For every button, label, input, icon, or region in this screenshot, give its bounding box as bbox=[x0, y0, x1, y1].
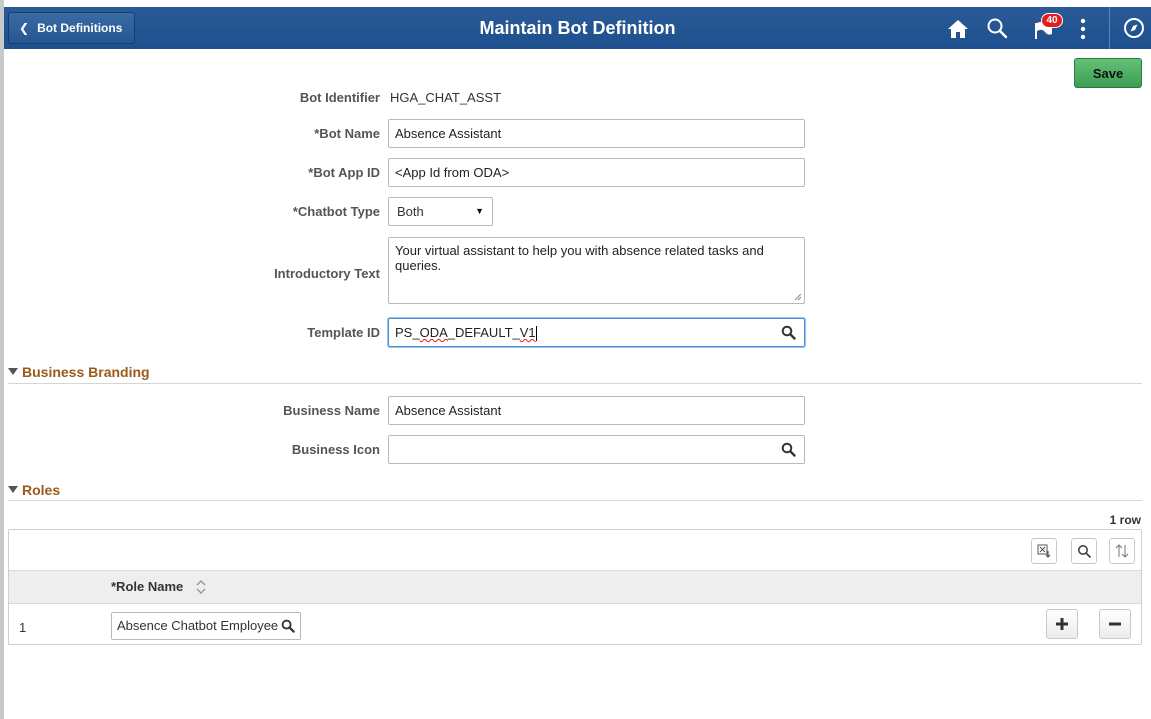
template-id-text-part: V1 bbox=[519, 325, 536, 340]
introductory-text-label: Introductory Text bbox=[274, 266, 380, 281]
roles-grid: *Role Name 1 Absence Chatbot Employee bbox=[8, 529, 1142, 645]
notification-badge: 40 bbox=[1041, 13, 1063, 28]
bot-identifier-label: Bot Identifier bbox=[299, 90, 380, 105]
bot-app-id-label: *Bot App ID bbox=[308, 165, 380, 180]
minus-icon bbox=[1109, 622, 1121, 626]
roles-title: Roles bbox=[22, 482, 61, 498]
page-title: Maintain Bot Definition bbox=[479, 18, 676, 38]
chevron-left-icon: ❮ bbox=[19, 21, 30, 35]
delete-row-button[interactable] bbox=[1099, 609, 1131, 639]
bot-name-label: *Bot Name bbox=[314, 126, 380, 141]
lookup-search-icon[interactable] bbox=[281, 619, 295, 633]
chatbot-type-label: *Chatbot Type bbox=[292, 204, 380, 219]
business-branding-title: Business Branding bbox=[22, 364, 150, 380]
template-id-text-part: _DEFAULT_ bbox=[447, 325, 520, 340]
row-number: 1 bbox=[19, 620, 27, 635]
header-divider bbox=[1109, 7, 1110, 49]
grid-header-row: *Role Name bbox=[9, 570, 1141, 604]
chatbot-type-value: Both bbox=[397, 204, 424, 219]
business-name-label: Business Name bbox=[283, 403, 380, 418]
lookup-search-icon[interactable] bbox=[781, 442, 796, 457]
business-icon-label: Business Icon bbox=[291, 442, 380, 457]
role-name-input[interactable]: Absence Chatbot Employee bbox=[111, 612, 301, 640]
more-vertical-icon[interactable] bbox=[1079, 18, 1087, 40]
section-divider bbox=[8, 383, 1142, 384]
template-id-text-part: ODA bbox=[419, 325, 448, 340]
add-row-button[interactable] bbox=[1046, 609, 1078, 639]
chatbot-type-select[interactable]: Both ▼ bbox=[388, 197, 493, 226]
column-header-role-name[interactable]: *Role Name bbox=[111, 579, 183, 594]
sort-grid-button[interactable] bbox=[1109, 538, 1135, 564]
download-to-excel-button[interactable] bbox=[1031, 538, 1057, 564]
introductory-text-value: Your virtual assistant to help you with … bbox=[395, 243, 764, 273]
collapse-triangle-icon bbox=[8, 368, 18, 375]
section-divider bbox=[8, 500, 1142, 501]
download-excel-icon bbox=[1037, 544, 1051, 558]
text-cursor bbox=[535, 326, 537, 342]
find-in-grid-button[interactable] bbox=[1071, 538, 1097, 564]
bot-name-input[interactable]: Absence Assistant bbox=[388, 119, 805, 148]
lookup-search-icon[interactable] bbox=[781, 325, 796, 340]
window-frame bbox=[0, 0, 4, 719]
save-button[interactable]: Save bbox=[1074, 58, 1142, 88]
business-icon-input[interactable] bbox=[388, 435, 805, 464]
sort-indicator-icon[interactable] bbox=[195, 580, 207, 594]
business-name-input[interactable]: Absence Assistant bbox=[388, 396, 805, 425]
role-name-value: Absence Chatbot Employee bbox=[117, 618, 279, 633]
template-id-input[interactable]: PS_ODA_DEFAULT_V1 bbox=[388, 318, 805, 347]
dropdown-arrow-icon: ▼ bbox=[475, 206, 484, 216]
roles-section-header[interactable]: Roles bbox=[8, 482, 60, 498]
bot-identifier-value: HGA_CHAT_ASST bbox=[390, 90, 502, 105]
sort-arrows-icon bbox=[1115, 544, 1129, 558]
template-id-text-part: PS_ bbox=[395, 325, 420, 340]
business-branding-section-header[interactable]: Business Branding bbox=[8, 364, 150, 380]
home-icon[interactable] bbox=[947, 18, 969, 40]
bot-app-id-input[interactable]: <App Id from ODA> bbox=[388, 158, 805, 187]
page-header: Maintain Bot Definition ❮ Bot Definition… bbox=[4, 0, 1151, 56]
navbar-compass-icon[interactable] bbox=[1123, 17, 1145, 39]
template-id-label: Template ID bbox=[307, 325, 380, 340]
search-icon bbox=[1078, 545, 1091, 558]
search-icon[interactable] bbox=[986, 17, 1008, 39]
header-bar: Maintain Bot Definition ❮ Bot Definition… bbox=[4, 7, 1151, 49]
resize-grip-icon[interactable] bbox=[794, 293, 802, 301]
back-button[interactable]: ❮ Bot Definitions bbox=[8, 12, 136, 44]
introductory-text-area[interactable]: Your virtual assistant to help you with … bbox=[388, 237, 805, 304]
back-button-label: Bot Definitions bbox=[37, 21, 123, 35]
plus-icon bbox=[1056, 618, 1068, 630]
grid-toolbar bbox=[9, 530, 1141, 570]
row-count: 1 row bbox=[1109, 513, 1141, 527]
collapse-triangle-icon bbox=[8, 486, 18, 493]
